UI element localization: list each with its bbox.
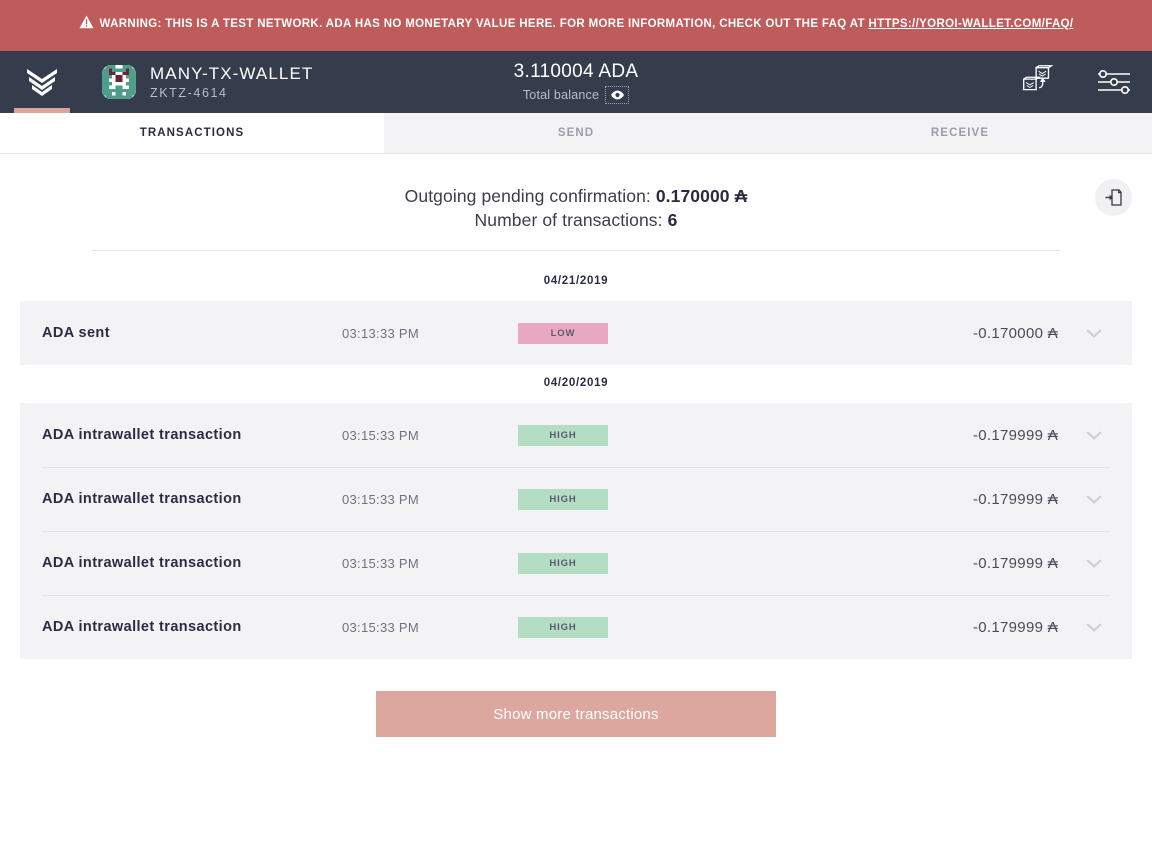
table-row[interactable]: ADA intrawallet transaction 03:15:33 PM … [20, 467, 1132, 531]
pending-confirmation-value: 0.170000 ₳ [655, 186, 748, 206]
tab-receive[interactable]: RECEIVE [768, 113, 1152, 153]
transaction-time: 03:15:33 PM [342, 491, 420, 507]
transaction-amount: -0.179999 ₳ [972, 426, 1058, 444]
show-more-transactions-button[interactable]: Show more transactions [376, 691, 776, 737]
status-badge: HIGH [518, 424, 608, 446]
transaction-count-label: Number of transactions: [474, 210, 663, 230]
transactions-summary: Outgoing pending confirmation: 0.170000 … [92, 184, 1060, 251]
pending-confirmation-label: Outgoing pending confirmation: [404, 186, 651, 206]
status-badge: HIGH [518, 616, 608, 638]
transaction-group: 04/20/2019 ADA intrawallet transaction 0… [0, 365, 1152, 659]
transaction-time: 03:13:33 PM [342, 325, 420, 341]
pending-confirmation-line: Outgoing pending confirmation: 0.170000 … [92, 184, 1060, 208]
wallet-summary[interactable]: MANY-TX-WALLET ZKTZ-4614 [102, 64, 313, 101]
warning-triangle-icon [79, 15, 94, 37]
transactions-page: Outgoing pending confirmation: 0.170000 … [0, 154, 1152, 807]
nav-active-indicator [14, 108, 70, 113]
table-row[interactable]: ADA intrawallet transaction 03:15:33 PM … [20, 531, 1132, 595]
transaction-status-cell: HIGH [518, 616, 628, 638]
table-row[interactable]: ADA intrawallet transaction 03:15:33 PM … [20, 403, 1132, 467]
transaction-group-date: 04/21/2019 [0, 263, 1152, 301]
chevron-down-icon[interactable] [1076, 328, 1112, 338]
wallet-identicon-avatar [102, 65, 136, 99]
table-row[interactable]: ADA intrawallet transaction 03:15:33 PM … [20, 595, 1132, 659]
status-badge: HIGH [518, 488, 608, 510]
table-row[interactable]: ADA sent 03:13:33 PM LOW -0.170000 ₳ [20, 301, 1132, 365]
transaction-amount: -0.179999 ₳ [972, 490, 1058, 508]
transaction-group-date: 04/20/2019 [0, 365, 1152, 403]
transaction-amount: -0.179999 ₳ [972, 554, 1058, 572]
status-badge: LOW [518, 322, 608, 344]
settings-sliders-icon[interactable] [1094, 62, 1134, 102]
tab-send[interactable]: SEND [384, 113, 768, 153]
transaction-status-cell: HIGH [518, 488, 628, 510]
export-file-icon[interactable] [1095, 179, 1132, 216]
transaction-status-cell: HIGH [518, 424, 628, 446]
transaction-amount: -0.170000 ₳ [972, 324, 1058, 342]
transaction-type: ADA intrawallet transaction [42, 555, 242, 571]
transaction-type: ADA intrawallet transaction [42, 491, 242, 507]
wallet-plate-id: ZKTZ-4614 [150, 85, 228, 100]
tab-transactions[interactable]: TRANSACTIONS [0, 113, 384, 153]
chevron-down-icon[interactable] [1076, 494, 1112, 504]
transaction-group: 04/21/2019 ADA sent 03:13:33 PM LOW -0.1… [0, 263, 1152, 365]
wallet-name: MANY-TX-WALLET [150, 63, 314, 83]
yoroi-logo[interactable] [14, 51, 70, 113]
transaction-status-cell: HIGH [518, 552, 628, 574]
chevron-down-icon[interactable] [1076, 558, 1112, 568]
transaction-type: ADA sent [42, 325, 110, 341]
chevron-down-icon[interactable] [1076, 430, 1112, 440]
transaction-count-value: 6 [667, 210, 678, 230]
warning-text: WARNING: THIS IS A TEST NETWORK. ADA HAS… [99, 17, 869, 30]
eye-icon[interactable] [605, 86, 630, 104]
transaction-time: 03:15:33 PM [342, 427, 420, 443]
transaction-status-cell: LOW [518, 322, 628, 344]
transaction-time: 03:15:33 PM [342, 555, 420, 571]
top-navbar: MANY-TX-WALLET ZKTZ-4614 3.110004 ADA To… [0, 51, 1152, 113]
faq-link[interactable]: HTTPS://YOROI-WALLET.COM/FAQ/ [868, 18, 1073, 30]
transaction-type: ADA intrawallet transaction [42, 427, 242, 443]
test-network-warning-banner: WARNING: THIS IS A TEST NETWORK. ADA HAS… [0, 0, 1152, 51]
transaction-time: 03:15:33 PM [342, 619, 420, 635]
wallet-switch-icon[interactable] [1018, 62, 1058, 102]
wallet-tabs: TRANSACTIONS SEND RECEIVE [0, 113, 1152, 154]
total-balance-label: Total balance [522, 88, 600, 102]
chevron-down-icon[interactable] [1076, 622, 1112, 632]
status-badge: HIGH [518, 552, 608, 574]
transaction-count-line: Number of transactions: 6 [92, 208, 1060, 232]
transaction-amount: -0.179999 ₳ [972, 618, 1058, 636]
transaction-groups: 04/21/2019 ADA sent 03:13:33 PM LOW -0.1… [0, 263, 1152, 659]
transaction-type: ADA intrawallet transaction [42, 619, 242, 635]
